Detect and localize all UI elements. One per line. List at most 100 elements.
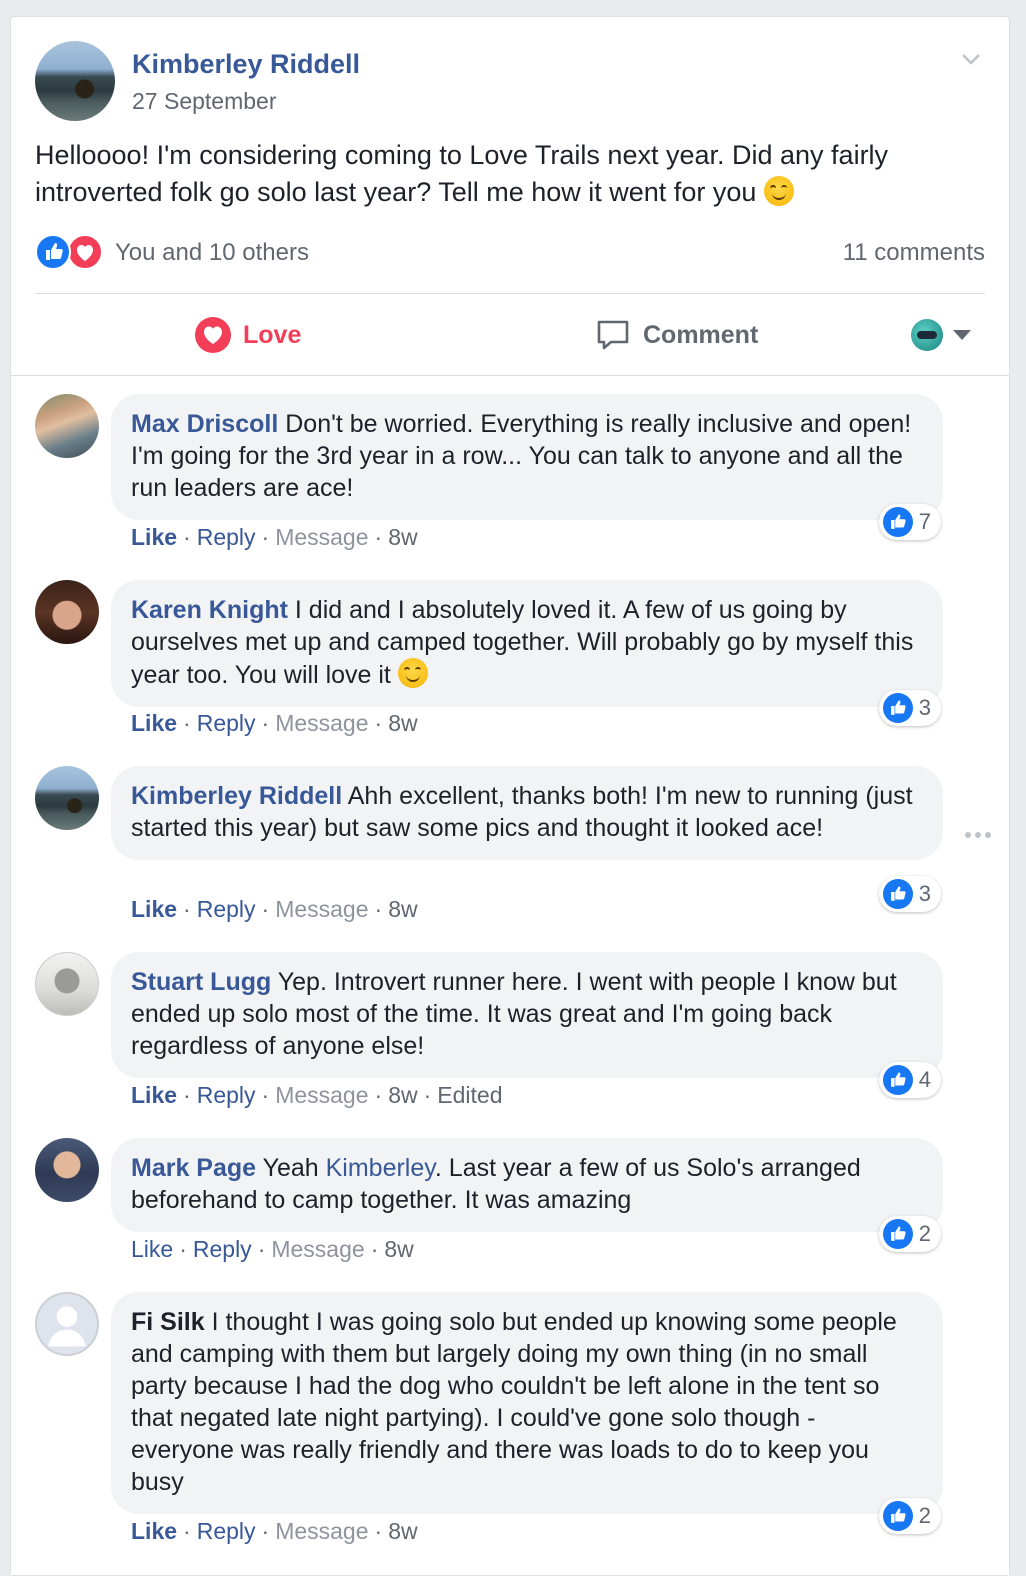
comment-bubble: Mark Page Yeah Kimberley. Last year a fe… — [111, 1138, 943, 1232]
like-link[interactable]: Like — [131, 1236, 173, 1262]
message-link[interactable]: Message — [275, 1082, 368, 1108]
comment-age[interactable]: 8w — [388, 710, 417, 736]
comment-bubble: Max Driscoll Don't be worried. Everythin… — [111, 394, 943, 520]
love-label: Love — [243, 320, 302, 349]
separator: · — [179, 1236, 187, 1262]
post-action-bar: Love Comment — [35, 295, 985, 375]
like-link[interactable]: Like — [131, 710, 177, 736]
separator: · — [261, 710, 270, 736]
page-avatar — [911, 319, 943, 351]
comment-bubble: Karen Knight I did and I absolutely love… — [111, 580, 943, 707]
avatar[interactable] — [35, 1138, 99, 1202]
reaction-badge[interactable]: 3 — [878, 876, 941, 912]
comments-list: Max Driscoll Don't be worried. Everythin… — [11, 375, 1009, 1575]
comment-age[interactable]: 8w — [388, 1082, 417, 1108]
comment-actions: Like · Reply · Message · 8w — [131, 1518, 418, 1545]
comment-age[interactable]: 8w — [388, 1518, 417, 1544]
separator: · — [374, 1082, 383, 1108]
comment-author[interactable]: Fi Silk — [131, 1308, 205, 1336]
more-options-icon[interactable] — [965, 830, 995, 840]
message-link[interactable]: Message — [275, 710, 368, 736]
like-count: 4 — [918, 1067, 931, 1092]
like-count: 2 — [918, 1503, 931, 1528]
like-count: 3 — [918, 881, 931, 906]
comments-count[interactable]: 11 comments — [843, 239, 985, 267]
love-reaction-icon[interactable] — [67, 234, 103, 270]
post-date[interactable]: 27 September — [132, 88, 276, 115]
avatar[interactable] — [35, 41, 115, 121]
like-icon — [882, 1219, 913, 1249]
reaction-badge[interactable]: 7 — [878, 504, 941, 540]
like-link[interactable]: Like — [131, 524, 177, 550]
page-identity-selector[interactable] — [911, 319, 971, 351]
reaction-badge[interactable]: 4 — [878, 1062, 941, 1098]
message-link[interactable]: Message — [271, 1236, 364, 1262]
post-author[interactable]: Kimberley Riddell — [132, 49, 360, 80]
message-link[interactable]: Message — [275, 896, 368, 922]
love-button[interactable]: Love — [195, 315, 301, 355]
chevron-down-icon[interactable] — [957, 45, 985, 73]
like-icon — [882, 1065, 913, 1095]
avatar[interactable] — [35, 766, 99, 830]
like-count: 3 — [918, 695, 931, 720]
reaction-badge[interactable]: 3 — [878, 690, 941, 726]
like-link[interactable]: Like — [131, 1518, 177, 1544]
reply-link[interactable]: Reply — [197, 1082, 256, 1108]
avatar[interactable] — [35, 1292, 99, 1356]
avatar[interactable] — [35, 394, 99, 458]
comment-age[interactable]: 8w — [384, 1236, 413, 1262]
comment-age[interactable]: 8w — [388, 524, 417, 550]
like-count: 7 — [918, 509, 931, 534]
edited-label[interactable]: Edited — [437, 1082, 502, 1108]
divider — [35, 293, 985, 294]
comment-button[interactable]: Comment — [595, 315, 758, 355]
reaction-badge[interactable]: 2 — [878, 1498, 941, 1534]
separator: · — [374, 524, 383, 550]
comment-age[interactable]: 8w — [388, 896, 417, 922]
like-link[interactable]: Like — [131, 896, 177, 922]
message-link[interactable]: Message — [275, 1518, 368, 1544]
comment-icon — [597, 320, 629, 350]
comment-actions: Like · Reply · Message · 8w — [131, 524, 418, 551]
separator: · — [183, 896, 191, 922]
reaction-badge[interactable]: 2 — [878, 1216, 941, 1252]
reply-link[interactable]: Reply — [197, 1518, 256, 1544]
separator: · — [261, 1082, 270, 1108]
avatar[interactable] — [35, 952, 99, 1016]
separator: · — [261, 896, 270, 922]
like-icon — [882, 507, 913, 537]
separator: · — [261, 524, 270, 550]
comment-text-pre: Yeah — [262, 1154, 319, 1182]
comment-author[interactable]: Kimberley Riddell — [131, 782, 342, 810]
comment-bubble: Stuart Lugg Yep. Introvert runner here. … — [111, 952, 943, 1078]
comment-author[interactable]: Stuart Lugg — [131, 968, 271, 996]
separator: · — [183, 710, 191, 736]
comment-actions: Like · Reply · Message · 8w — [131, 1236, 414, 1263]
reply-link[interactable]: Reply — [197, 710, 256, 736]
reactions-count-text[interactable]: You and 10 others — [115, 239, 309, 267]
like-reaction-icon[interactable] — [35, 234, 71, 270]
comment-bubble: Kimberley Riddell Ahh excellent, thanks … — [111, 766, 943, 860]
comment-actions: Like · Reply · Message · 8w — [131, 710, 418, 737]
separator: · — [261, 1518, 270, 1544]
reply-link[interactable]: Reply — [197, 524, 256, 550]
like-count: 2 — [918, 1221, 931, 1246]
separator: · — [374, 896, 383, 922]
like-link[interactable]: Like — [131, 1082, 177, 1108]
avatar[interactable] — [35, 580, 99, 644]
separator: · — [374, 710, 383, 736]
comment-actions: Like · Reply · Message · 8w — [131, 896, 418, 923]
comment-label: Comment — [643, 320, 759, 349]
comment-text: I thought I was going solo but ended up … — [131, 1308, 897, 1496]
separator: · — [183, 1082, 191, 1108]
message-link[interactable]: Message — [275, 524, 368, 550]
comment-author[interactable]: Max Driscoll — [131, 410, 278, 438]
post-header: Kimberley Riddell 27 September — [35, 41, 985, 131]
reply-link[interactable]: Reply — [197, 896, 256, 922]
comment-author[interactable]: Mark Page — [131, 1154, 256, 1182]
love-icon — [195, 317, 231, 353]
comment-author[interactable]: Karen Knight — [131, 596, 288, 624]
reactions-summary: You and 10 others 11 comments — [35, 232, 985, 276]
reply-link[interactable]: Reply — [193, 1236, 252, 1262]
mention-link[interactable]: Kimberley — [326, 1154, 435, 1182]
